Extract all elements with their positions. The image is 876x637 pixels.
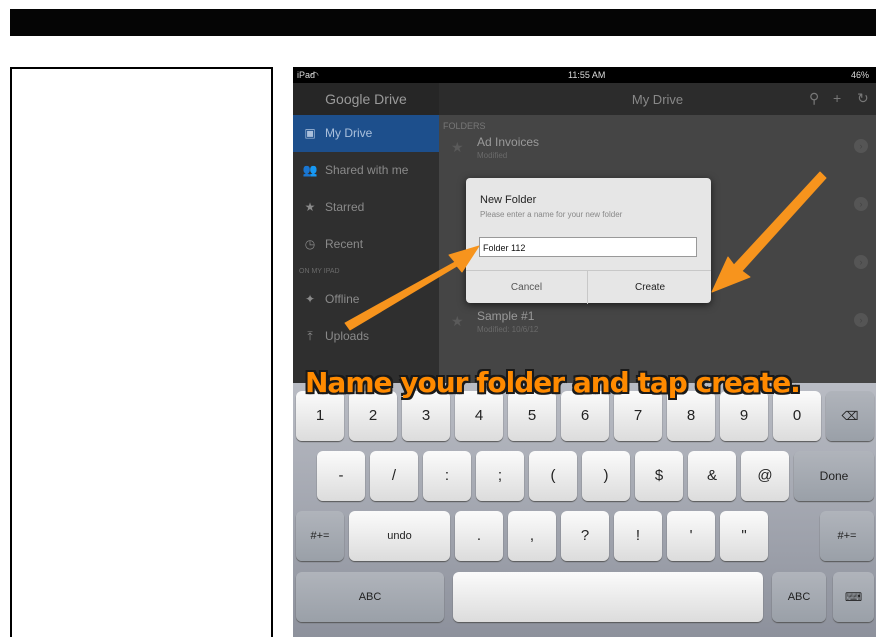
info-icon[interactable]: › [854, 313, 868, 327]
refresh-icon[interactable]: ↻ [857, 90, 869, 107]
search-icon[interactable]: ⚲ [809, 90, 819, 107]
add-icon[interactable]: + [833, 90, 841, 106]
sidebar-item-label: Starred [325, 200, 365, 214]
info-icon[interactable]: › [854, 255, 868, 269]
star-icon: ★ [304, 200, 316, 214]
cancel-button[interactable]: Cancel [466, 271, 588, 304]
key-dollar[interactable]: $ [635, 451, 683, 501]
info-icon[interactable]: › [854, 197, 868, 211]
key-exclamation[interactable]: ! [614, 511, 662, 561]
sidebar: Google Drive ▣ My Drive 👥 Shared with me ★… [293, 83, 439, 383]
star-icon[interactable]: ★ [451, 313, 464, 330]
ipad-screen: iPad ◠ 11:55 AM 46% Google Drive ▣ My Dri… [293, 67, 876, 637]
folder-row[interactable]: ★ Sample #1 Modified: 10/6/12 › [439, 307, 876, 365]
sidebar-item-label: Offline [325, 292, 360, 306]
sidebar-item-label: Uploads [325, 329, 370, 343]
folder-name-input[interactable]: Folder 112 [479, 237, 697, 257]
symbols-key-left[interactable]: #+= [296, 511, 344, 561]
sidebar-item-label: Shared with me [325, 163, 409, 177]
key-quote[interactable]: " [720, 511, 768, 561]
key-open-paren[interactable]: ( [529, 451, 577, 501]
app-title: Google Drive [293, 83, 439, 115]
space-key[interactable] [453, 572, 763, 622]
folder-meta: Modified [477, 151, 508, 160]
dialog-subtitle: Please enter a name for your new folder [480, 210, 623, 219]
info-icon[interactable]: › [854, 139, 868, 153]
status-bar: iPad ◠ 11:55 AM 46% [293, 67, 876, 83]
keyboard-hide-key[interactable]: ⌨ [833, 572, 874, 622]
onscreen-keyboard: 1 2 3 4 5 6 7 8 9 0 ⌫ - / : ; ( ) $ & @ … [293, 383, 876, 637]
key-semicolon[interactable]: ; [476, 451, 524, 501]
key-apostrophe[interactable]: ' [667, 511, 715, 561]
battery-level: 46% [851, 70, 870, 80]
undo-key[interactable]: undo [349, 511, 450, 561]
status-time: 11:55 AM [568, 70, 606, 80]
wifi-icon: ◠ [311, 70, 319, 80]
backspace-icon: ⌫ [841, 409, 859, 423]
key-question[interactable]: ? [561, 511, 609, 561]
dialog-buttons: Cancel Create [466, 270, 711, 304]
key-dash[interactable]: - [317, 451, 365, 501]
star-icon[interactable]: ★ [451, 139, 464, 156]
drive-icon: ▣ [304, 126, 316, 140]
sidebar-item-label: Recent [325, 237, 364, 251]
folder-meta: Modified: 10/6/12 [477, 325, 539, 334]
pin-icon: ✦ [304, 292, 316, 306]
key-close-paren[interactable]: ) [582, 451, 630, 501]
people-icon: 👥 [302, 163, 318, 177]
section-label-on-my-ipad: ON MY IPAD [299, 268, 340, 275]
abc-key-left[interactable]: ABC [296, 572, 444, 622]
key-colon[interactable]: : [423, 451, 471, 501]
main-header: My Drive ⚲ + ↻ [439, 83, 876, 115]
dialog-title: New Folder [480, 194, 537, 206]
keyboard-icon: ⌨ [844, 590, 863, 604]
sidebar-item-offline[interactable]: ✦ Offline [293, 281, 439, 318]
sidebar-item-starred[interactable]: ★ Starred [293, 189, 439, 226]
folder-name: Sample #1 [477, 309, 535, 323]
key-at[interactable]: @ [741, 451, 789, 501]
new-folder-dialog: New Folder Please enter a name for your … [466, 178, 711, 304]
sidebar-item-my-drive[interactable]: ▣ My Drive [293, 115, 439, 152]
key-ampersand[interactable]: & [688, 451, 736, 501]
clock-icon: ◷ [304, 237, 316, 251]
top-black-bar [10, 9, 876, 36]
folder-name: Ad Invoices [477, 135, 540, 149]
blank-side-panel [10, 67, 273, 637]
main-panel: My Drive ⚲ + ↻ FOLDERS ★ Ad Invoices Mod… [439, 83, 876, 383]
done-key[interactable]: Done [794, 451, 874, 501]
symbols-key-right[interactable]: #+= [820, 511, 874, 561]
sidebar-item-recent[interactable]: ◷ Recent [293, 226, 439, 263]
key-period[interactable]: . [455, 511, 503, 561]
create-button[interactable]: Create [589, 271, 711, 304]
abc-key-right[interactable]: ABC [772, 572, 826, 622]
key-slash[interactable]: / [370, 451, 418, 501]
sidebar-item-uploads[interactable]: ⤒ Uploads [293, 318, 439, 355]
key-comma[interactable]: , [508, 511, 556, 561]
upload-icon: ⤒ [307, 329, 313, 343]
sidebar-item-label: My Drive [325, 126, 373, 140]
instruction-caption: Name your folder and tap create. [305, 366, 801, 399]
sidebar-item-shared[interactable]: 👥 Shared with me [293, 152, 439, 189]
